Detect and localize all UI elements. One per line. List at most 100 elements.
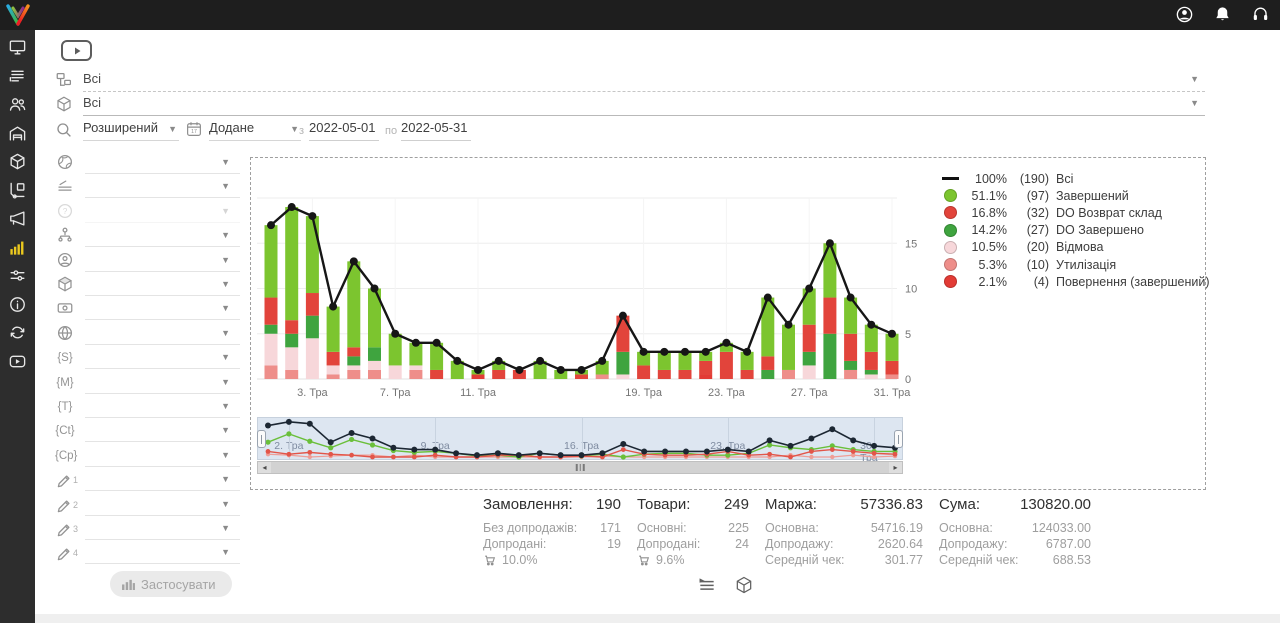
stat-column: Товари:249Основні:225Допродані:249.6% [637,496,749,569]
legend-item[interactable]: 100%(190)Всі [939,170,1210,187]
stat-sub-value: 688.53 [1053,552,1091,568]
products-cube-icon[interactable] [8,152,27,171]
tag-s-filter-select[interactable]: ▼ [85,347,240,369]
legend-item[interactable]: 16.8%(32)DO Возврат склад [939,204,1210,221]
marketing-megaphone-icon[interactable] [8,209,27,228]
legend-item[interactable]: 10.5%(20)Відмова [939,239,1210,256]
category-filter-select[interactable]: Всі ▼ [83,71,1205,92]
monitor-icon[interactable] [8,38,27,57]
info-icon[interactable] [8,295,27,314]
geo-filter-select[interactable]: ▼ [85,323,240,345]
svg-text:5: 5 [905,329,911,341]
app-sidebar [0,30,35,623]
payment-filter-select[interactable]: ▼ [85,298,240,320]
orders-list-view-icon[interactable] [697,575,717,595]
tag-cp-filter-select[interactable]: ▼ [85,445,240,467]
tag-m-filter-select[interactable]: ▼ [85,372,240,394]
stat-value: 190 [596,496,621,513]
stat-sub-label: Допродані: [637,536,700,552]
legend-count: (32) [1007,206,1049,220]
date-field-select[interactable]: Додане ▼ [209,120,301,141]
svg-text:27. Тра: 27. Тра [791,387,829,399]
legend-label: DO Возврат склад [1056,206,1162,220]
chevron-down-icon: ▼ [221,450,230,460]
chevron-down-icon: ▼ [1190,98,1199,108]
filter-row-geo-filter: ▼ [35,323,275,347]
status-filter-select[interactable]: ▼ [85,176,240,198]
legend-item[interactable]: 5.3%(10)Утилізація [939,256,1210,273]
date-from-input[interactable]: 2022-05-01 [309,120,379,141]
navigator-right-handle[interactable] [894,430,903,448]
filter-row-custom-field-1-filter: 1▼ [35,469,275,493]
orders-list-icon[interactable] [8,67,27,86]
svg-text:17: 17 [191,129,197,135]
user-circle-icon [55,251,75,271]
video-help-button[interactable] [61,40,92,61]
chevron-down-icon: ▼ [1190,74,1199,84]
pencil-1-icon: 1 [55,470,81,490]
notifications-icon[interactable] [1213,5,1232,24]
app-logo[interactable] [4,2,32,28]
legend-dot-swatch [939,189,961,202]
delivery-trolley-icon[interactable] [8,181,27,200]
view-toggles [697,575,754,595]
account-icon[interactable] [1175,5,1194,24]
stat-sub-label: Допродані: [483,536,546,552]
legend-item[interactable]: 51.1%(97)Завершений [939,187,1210,204]
search-icon [55,121,73,139]
product-filter-value: Всі [83,95,101,110]
date-to-label: по [385,125,397,137]
legend-label: Всі [1056,172,1073,186]
structure-filter-select[interactable]: ▼ [85,225,240,247]
date-to-input[interactable]: 2022-05-31 [401,120,471,141]
custom-field-3-filter-select[interactable]: ▼ [85,518,240,540]
search-mode-select[interactable]: Розширений ▼ [83,120,179,141]
stat-sub-label: Допродажу: [939,536,1007,552]
stat-sub-value: 2620.64 [878,536,923,552]
product-type-filter-select[interactable]: ▼ [85,274,240,296]
filter-row-source-filter: ▼ [35,152,275,176]
navigator-scrollbar[interactable]: ◂ ▸ [257,461,903,474]
custom-field-4-filter-select[interactable]: ▼ [85,542,240,564]
custom-field-1-filter-select[interactable]: ▼ [85,469,240,491]
apply-button[interactable]: Застосувати [110,571,232,597]
chart-legend: 100%(190)Всі51.1%(97)Завершений16.8%(32)… [939,170,1210,290]
tag-s-icon: {S} [55,348,75,368]
chart-range-navigator[interactable]: 30. Тра23. Тра16. Тра9. Тра2. Тра [257,417,903,460]
scroll-left-arrow[interactable]: ◂ [258,462,271,473]
settings-sliders-icon[interactable] [8,266,27,285]
svg-text:23. Тра: 23. Тра [708,387,746,399]
legend-label: Завершений [1056,189,1129,203]
analytics-chart-icon[interactable] [8,238,27,257]
manager-filter-select[interactable]: ▼ [85,250,240,272]
navigator-left-handle[interactable] [257,430,266,448]
filter-row-custom-field-4-filter: 4▼ [35,542,275,566]
orders-chart[interactable]: 0510153. Тра7. Тра11. Тра19. Тра23. Тра2… [257,160,933,412]
warehouse-icon[interactable] [8,124,27,143]
tag-t-filter-select[interactable]: ▼ [85,396,240,418]
legend-item[interactable]: 2.1%(4)Повернення (завершений) [939,273,1210,290]
chevron-down-icon: ▼ [221,547,230,557]
legend-percent: 100% [961,172,1007,186]
legend-label: Повернення (завершений) [1056,275,1210,289]
page-horizontal-scrollbar[interactable] [35,614,1280,623]
video-lessons-icon[interactable] [8,352,27,371]
support-headset-icon[interactable] [1251,5,1270,24]
stat-sub-value: 6787.00 [1046,536,1091,552]
custom-field-2-filter-select[interactable]: ▼ [85,494,240,516]
product-filter-select[interactable]: Всі ▼ [83,95,1205,116]
chevron-down-icon: ▼ [168,124,177,134]
stat-sub-value: 54716.19 [871,520,923,536]
date-field-value: Додане [209,120,254,135]
chevron-down-icon: ▼ [221,425,230,435]
scroll-right-arrow[interactable]: ▸ [889,462,902,473]
products-view-icon[interactable] [734,575,754,595]
extra-filter-select[interactable]: ▼ [85,201,240,223]
scrollbar-grip[interactable] [576,464,585,471]
legend-item[interactable]: 14.2%(27)DO Завершено [939,222,1210,239]
tag-ct-filter-select[interactable]: ▼ [85,420,240,442]
source-filter-select[interactable]: ▼ [85,152,240,174]
chevron-down-icon: ▼ [221,230,230,240]
sync-icon[interactable] [8,323,27,342]
clients-icon[interactable] [8,95,27,114]
